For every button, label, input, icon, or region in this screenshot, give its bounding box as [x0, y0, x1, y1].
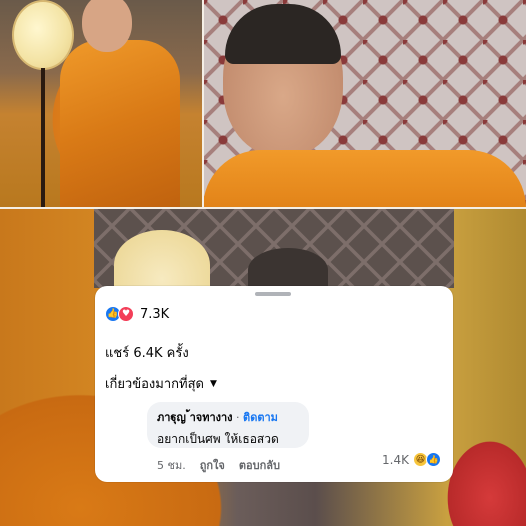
- comment-header: ภาฐุญ ้าจทางาง · ติดตาม: [157, 408, 299, 426]
- separator: ·: [236, 411, 240, 424]
- comment-text: อยากเป็นศพ ให้เธอสวด: [157, 432, 279, 446]
- collage-divider: [202, 0, 204, 208]
- monk-photo-top-left: [0, 0, 203, 208]
- comment-author[interactable]: ภาฐุญ ้าจทางาง: [157, 411, 233, 424]
- comment-reaction-count: 1.4K: [382, 452, 409, 467]
- collage-divider: [0, 207, 526, 209]
- sort-label: เกี่ยวข้องมากที่สุด: [105, 377, 204, 392]
- share-count[interactable]: แชร์ 6.4K ครั้ง: [105, 342, 189, 363]
- like-button[interactable]: ถูกใจ: [200, 456, 225, 474]
- post-reactions[interactable]: 👍 ♥ 7.3K: [105, 306, 169, 322]
- monk-photo-top-right: [203, 0, 526, 208]
- robe: [60, 40, 180, 208]
- reply-button[interactable]: ตอบกลับ: [239, 456, 280, 474]
- comment-bubble[interactable]: ภาฐุญ ้าจทางาง · ติดตาม อยากเป็นศพ ให้เธ…: [147, 402, 309, 448]
- comment-reactions[interactable]: 1.4K 😆 👍: [382, 452, 441, 467]
- reaction-count: 7.3K: [140, 306, 170, 322]
- comment-sort-dropdown[interactable]: เกี่ยวข้องมากที่สุด ▼: [105, 373, 217, 394]
- robe: [203, 150, 526, 208]
- comment-time: 5 ชม.: [157, 459, 186, 472]
- monk-hair: [225, 4, 341, 64]
- comment-actions: 5 ชม. ถูกใจ ตอบกลับ: [157, 456, 280, 474]
- chevron-down-icon: ▼: [209, 378, 217, 389]
- monk-head: [82, 0, 132, 52]
- follow-button[interactable]: ติดตาม: [243, 411, 278, 424]
- fan: [12, 0, 74, 70]
- fan-handle: [41, 68, 45, 208]
- comments-sheet: 👍 ♥ 7.3K แชร์ 6.4K ครั้ง เกี่ยวข้องมากที…: [95, 286, 453, 482]
- sheet-grabber[interactable]: [255, 292, 291, 296]
- like-icon: 👍: [426, 452, 441, 467]
- love-icon: ♥: [118, 306, 134, 322]
